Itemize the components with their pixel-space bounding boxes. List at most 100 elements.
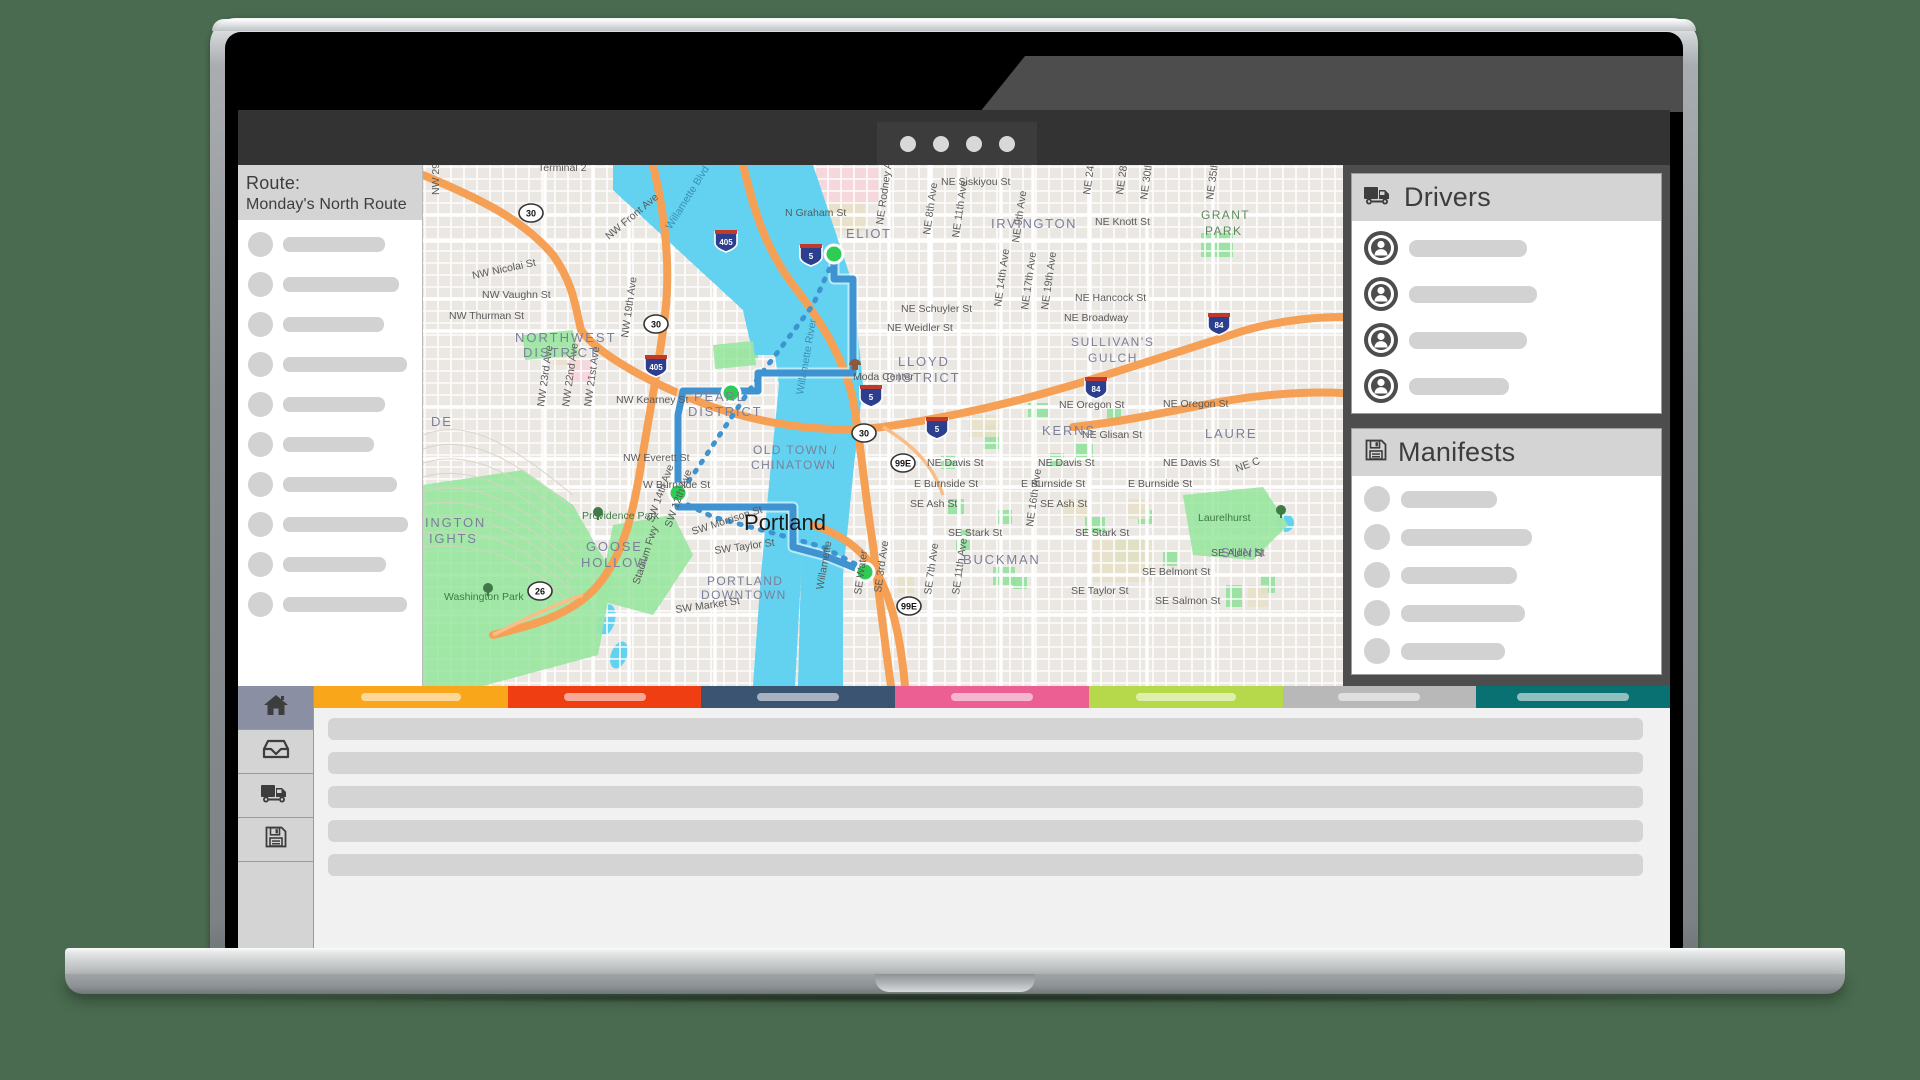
svg-text:SE Stark St: SE Stark St [1075,527,1129,539]
route-stop-item[interactable] [238,352,422,378]
rail-button-home[interactable] [238,686,313,730]
rail-button-inbox[interactable] [238,730,313,774]
tab-label-placeholder [1517,693,1630,701]
route-stop-avatar [248,392,273,418]
browser-dot-3[interactable] [965,135,982,152]
browser-dot-1[interactable] [899,135,916,152]
tab-grey[interactable] [1282,686,1477,708]
content-row[interactable] [328,752,1643,774]
svg-text:NE Schuyler St: NE Schuyler St [901,303,972,315]
manifest-bullet [1364,600,1390,626]
driver-item[interactable] [1352,369,1661,403]
map-canvas[interactable]: 30 30 26 30 405 405 5 5 84 84 5 99E 99E Terminal 2 N G… [423,165,1343,686]
content-row[interactable] [328,786,1643,808]
svg-text:SE Belmont St: SE Belmont St [1142,566,1210,578]
application-root: Route: Monday's North Route 30 30 26 30 405 4… [238,165,1670,950]
browser-dot-2[interactable] [932,135,949,152]
tab-orange[interactable] [314,686,508,708]
route-stop-placeholder [283,237,385,253]
svg-text:CHINATOWN: CHINATOWN [751,458,837,472]
manifest-name-placeholder [1401,604,1525,622]
tab-lime[interactable] [1088,686,1283,708]
route-stop-item[interactable] [238,232,422,258]
svg-text:KERNS: KERNS [1042,423,1096,438]
svg-text:HOLLOW: HOLLOW [581,555,648,570]
manifest-item[interactable] [1352,638,1661,664]
rail-button-floppy-disk[interactable] [238,818,313,862]
map-svg: 30 30 26 30 405 405 5 5 84 84 5 99E 99E Terminal 2 N G… [423,165,1343,686]
svg-text:NW Kearney St: NW Kearney St [616,394,688,406]
route-stop-item[interactable] [238,272,422,298]
svg-text:26: 26 [535,587,545,597]
stop-eliot [823,243,845,265]
route-stop-placeholder [283,397,385,413]
browser-chrome-angled [980,56,1683,112]
svg-text:NW Thurman St: NW Thurman St [449,310,524,322]
route-stop-avatar [248,432,273,458]
route-stop-placeholder [283,317,384,333]
content-row[interactable] [328,854,1643,876]
drivers-panel-title: Drivers [1404,182,1491,212]
manifest-item[interactable] [1352,524,1661,550]
drivers-panel: Drivers [1351,173,1662,414]
svg-text:SE Ash St: SE Ash St [1040,498,1087,510]
laptop-base [65,948,1845,994]
route-stop-avatar [248,592,273,618]
person-icon [1364,277,1398,311]
laptop-mockup: Route: Monday's North Route 30 30 26 30 405 4… [65,18,1845,1003]
tab-teal[interactable] [1476,686,1670,708]
manifest-bullet [1364,562,1390,588]
laptop-base-bottom [65,974,1845,994]
route-stop-item[interactable] [238,592,422,618]
screenshot-stage: Route: Monday's North Route 30 30 26 30 405 4… [0,0,1920,1080]
person-icon [1364,231,1398,265]
svg-text:5: 5 [869,393,874,402]
manifest-item[interactable] [1352,486,1661,512]
svg-text:NE Siskiyou St: NE Siskiyou St [941,176,1011,188]
svg-text:DISTRICT: DISTRICT [886,370,960,385]
route-stop-item[interactable] [238,512,422,538]
svg-text:N Graham St: N Graham St [785,207,846,219]
svg-text:Laurelhurst: Laurelhurst [1198,512,1251,524]
svg-text:DISTRICT: DISTRICT [523,345,599,360]
browser-dot-4[interactable] [998,135,1015,152]
route-panel-header: Route: Monday's North Route [238,165,422,221]
tab-navy[interactable] [701,686,896,708]
route-stop-item[interactable] [238,312,422,338]
rail-button-truck[interactable] [238,774,313,818]
svg-text:NE Hancock St: NE Hancock St [1075,292,1146,304]
svg-text:PORTLAND: PORTLAND [707,574,783,588]
laptop-base-notch [875,974,1035,992]
content-row[interactable] [328,718,1643,740]
svg-text:NE Davis St: NE Davis St [927,457,984,469]
inbox-icon [262,738,290,765]
route-stop-item[interactable] [238,472,422,498]
tab-red[interactable] [507,686,702,708]
svg-text:DE: DE [431,414,453,429]
svg-text:INGTON: INGTON [425,515,486,530]
svg-text:405: 405 [649,363,663,372]
tab-label-placeholder [1338,693,1421,701]
svg-text:PARK: PARK [1205,224,1242,238]
tab-label-placeholder [360,693,461,701]
svg-text:NE Davis St: NE Davis St [1038,457,1095,469]
svg-text:405: 405 [719,238,733,247]
route-stop-item[interactable] [238,432,422,458]
tab-label-placeholder [757,693,840,701]
content-row[interactable] [328,820,1643,842]
tab-pink[interactable] [895,686,1089,708]
tab-label-placeholder [950,693,1033,701]
manifest-item[interactable] [1352,600,1661,626]
driver-item[interactable] [1352,277,1661,311]
svg-text:SE Ash St: SE Ash St [910,498,957,510]
route-stop-placeholder [283,557,386,573]
route-stop-list [238,220,422,686]
driver-item[interactable] [1352,323,1661,357]
driver-item[interactable] [1352,231,1661,265]
route-stop-avatar [248,272,273,298]
route-stop-item[interactable] [238,392,422,418]
manifest-item[interactable] [1352,562,1661,588]
svg-text:Terminal 2: Terminal 2 [538,165,587,174]
manifests-panel: Manifests [1351,428,1662,675]
route-stop-item[interactable] [238,552,422,578]
